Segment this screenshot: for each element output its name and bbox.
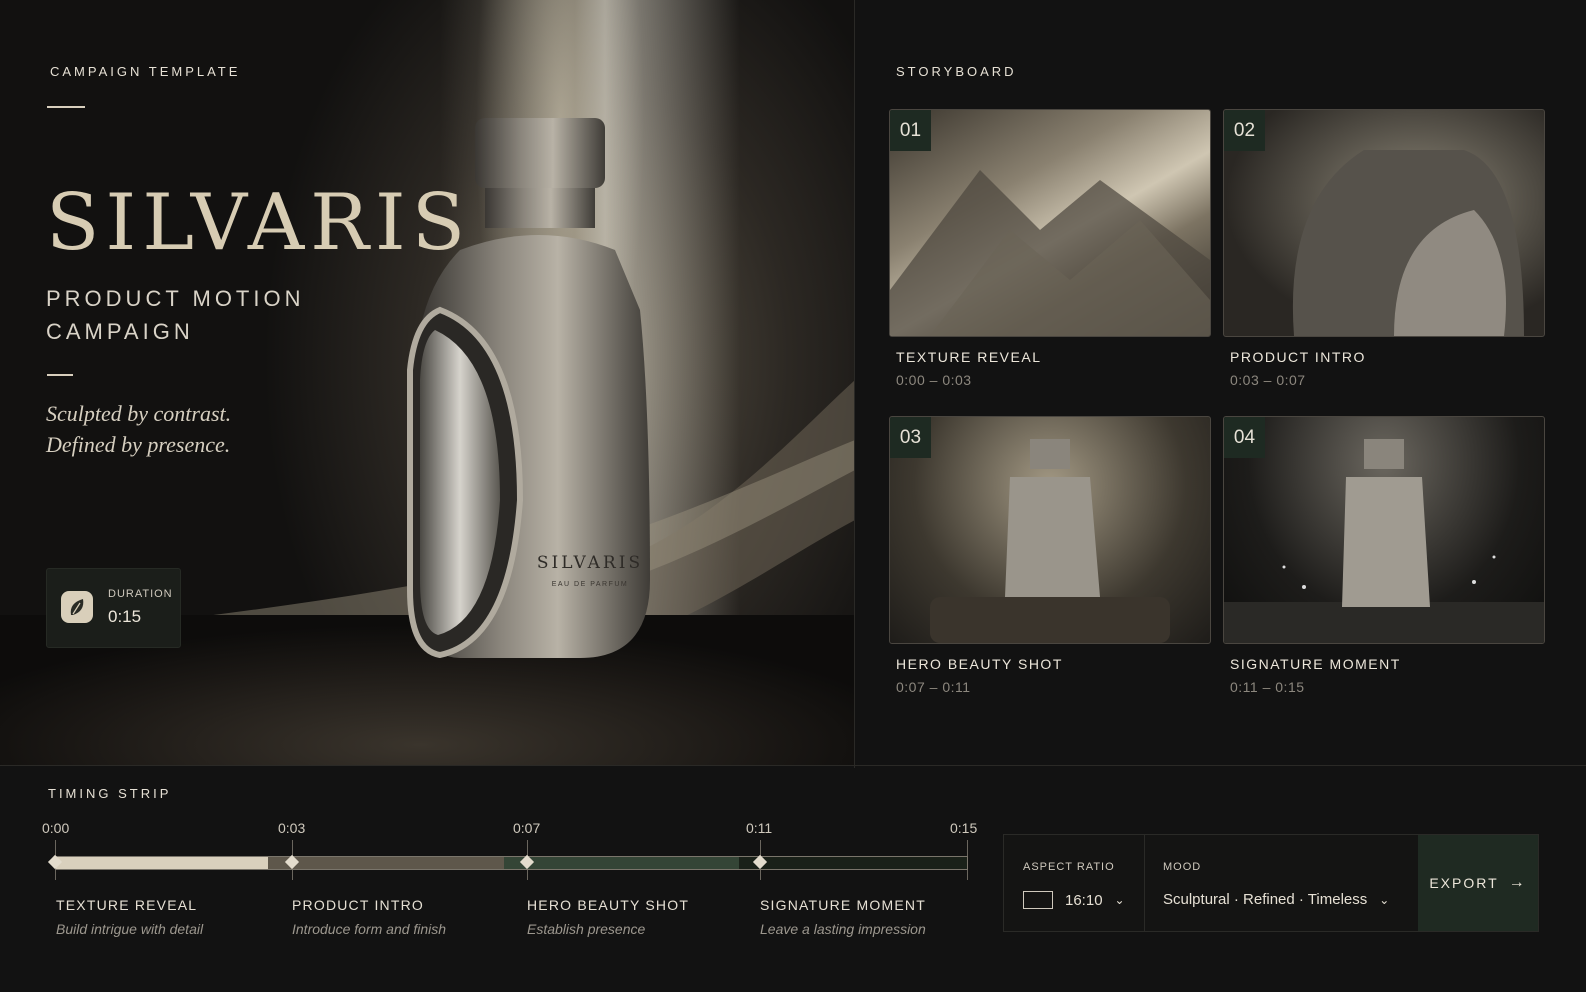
- phase-description: Build intrigue with detail: [56, 921, 204, 937]
- scene-title: SIGNATURE MOMENT: [1230, 656, 1401, 672]
- scene-thumbnail[interactable]: 03: [889, 416, 1211, 644]
- scene-number: 04: [1224, 417, 1265, 458]
- chevron-down-icon: ⌄: [1114, 893, 1125, 907]
- chevron-down-icon: ⌄: [1379, 892, 1390, 907]
- hero-visual: SILVARIS EAU DE PARFUM CAMPAIGN TEMPLATE…: [0, 0, 855, 765]
- control-divider: [1144, 835, 1145, 931]
- duration-badge: DURATION 0:15: [46, 568, 181, 648]
- bottle-sub-label: EAU DE PARFUM: [552, 581, 629, 588]
- scene-time: 0:11 – 0:15: [1230, 679, 1305, 695]
- arrow-right-icon: →: [1508, 874, 1527, 891]
- phase-description: Introduce form and finish: [292, 921, 447, 937]
- phase-texture-reveal: TEXTURE REVEAL Build intrigue with detai…: [56, 897, 203, 937]
- phase-title: TEXTURE REVEAL: [56, 897, 198, 913]
- scene-thumbnail[interactable]: 02: [1223, 109, 1545, 337]
- tagline-line-2: Defined by presence.: [46, 432, 231, 457]
- panel-divider: [854, 0, 855, 768]
- tick-label: 0:11: [746, 820, 773, 836]
- duration-value: 0:15: [108, 607, 142, 626]
- timeline-segment-product-intro[interactable]: [268, 857, 504, 869]
- phase-title: HERO BEAUTY SHOT: [527, 897, 690, 913]
- phase-product-intro: PRODUCT INTRO Introduce form and finish: [292, 897, 446, 937]
- tick-label: 0:03: [278, 820, 306, 836]
- storyboard-title: STORYBOARD: [896, 64, 1017, 79]
- title-rule: [47, 106, 85, 108]
- brand-title: SILVARIS: [46, 178, 472, 268]
- export-controls: ASPECT RATIO 16:10 ⌄ MOOD Sculptural · R…: [1003, 834, 1539, 932]
- scene-title: TEXTURE REVEAL: [896, 349, 1042, 365]
- campaign-eyebrow: CAMPAIGN TEMPLATE: [50, 64, 241, 79]
- tick-label: 0:07: [513, 820, 541, 836]
- scene-number: 03: [890, 417, 931, 458]
- tagline: Sculpted by contrast. Defined by presenc…: [46, 398, 326, 460]
- tagline-line-1: Sculpted by contrast.: [46, 401, 232, 426]
- export-label: EXPORT: [1429, 875, 1499, 891]
- tick-label: 0:00: [42, 820, 70, 836]
- phase-description: Leave a lasting impression: [760, 921, 926, 937]
- export-button[interactable]: EXPORT →: [1418, 835, 1538, 931]
- duration-label: DURATION: [108, 588, 173, 600]
- mood-select[interactable]: Sculptural · Refined · Timeless ⌄: [1163, 891, 1389, 908]
- timeline-segment-hero-beauty-shot[interactable]: [504, 857, 739, 869]
- scene-thumbnail[interactable]: 01: [889, 109, 1211, 337]
- phase-title: SIGNATURE MOMENT: [760, 897, 926, 913]
- timeline-segment-signature-moment[interactable]: [739, 857, 967, 869]
- scene-time: 0:03 – 0:07: [1230, 372, 1306, 388]
- subtitle-rule: [47, 374, 73, 376]
- timing-strip-title: TIMING STRIP: [48, 786, 172, 801]
- bottle-brand-label: SILVARIS: [537, 553, 643, 573]
- phase-description: Establish presence: [527, 921, 646, 937]
- aspect-ratio-value: 16:10: [1065, 891, 1103, 909]
- mood-label: MOOD: [1163, 861, 1202, 873]
- screen-icon: [1023, 891, 1053, 909]
- scene-title: PRODUCT INTRO: [1230, 349, 1366, 365]
- timeline-segment-texture-reveal[interactable]: [56, 857, 268, 869]
- section-divider: [0, 765, 1586, 766]
- campaign-subtitle: PRODUCT MOTION CAMPAIGN: [46, 286, 305, 344]
- scene-time: 0:00 – 0:03: [896, 372, 972, 388]
- aspect-ratio-label: ASPECT RATIO: [1023, 861, 1115, 873]
- tick-label: 0:15: [950, 820, 978, 836]
- mood-value: Sculptural · Refined · Timeless: [1163, 891, 1368, 908]
- phase-signature-moment: SIGNATURE MOMENT Leave a lasting impress…: [760, 897, 926, 937]
- phase-hero-beauty-shot: HERO BEAUTY SHOT Establish presence: [527, 897, 689, 937]
- scene-number: 01: [890, 110, 931, 151]
- scene-thumbnail[interactable]: 04: [1223, 416, 1545, 644]
- aspect-ratio-select[interactable]: 16:10 ⌄: [1023, 891, 1125, 909]
- scene-title: HERO BEAUTY SHOT: [896, 656, 1063, 672]
- scene-time: 0:07 – 0:11: [896, 679, 971, 695]
- scene-number: 02: [1224, 110, 1265, 151]
- leaf-icon: [61, 591, 93, 623]
- phase-title: PRODUCT INTRO: [292, 897, 425, 913]
